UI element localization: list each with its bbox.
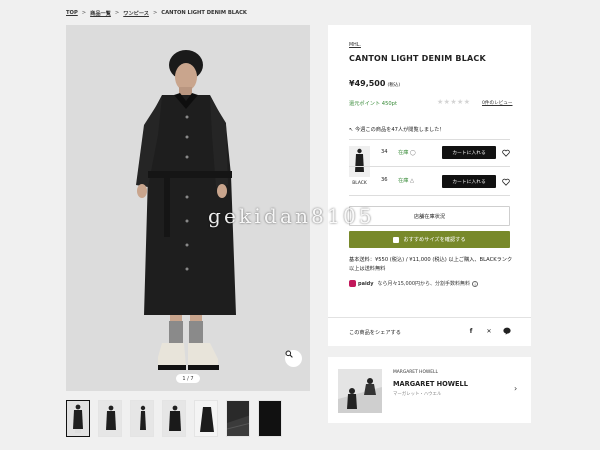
thumbnail-2[interactable]: [98, 400, 122, 437]
watermark-text: gekidan8105: [208, 204, 375, 228]
shipping-line: 基本送料：¥550 (税込) / ¥11,000 (税込) 以上ご購入、BLAC…: [349, 257, 513, 263]
color-swatch[interactable]: [349, 146, 370, 177]
paidy-text: なら月々15,000円から、分割手数料無料: [377, 281, 471, 287]
size-guide-icon: [393, 236, 400, 243]
recommend-size-button[interactable]: おすすめサイズを確認する: [349, 231, 510, 248]
brand-name: MARGARET HOWELL: [393, 380, 468, 388]
divider: [349, 195, 510, 196]
breadcrumb-separator: >: [81, 10, 87, 16]
divider: [349, 139, 510, 140]
viewers-notice: ↖ 今週この商品を47人が閲覧しました！: [349, 126, 445, 133]
size-label: 34: [381, 149, 388, 155]
x-icon[interactable]: ✕: [485, 327, 493, 335]
stock-mark: △: [410, 178, 415, 184]
product-info-panel: MHL. CANTON LIGHT DENIM BLACK ¥49,500 (税込…: [328, 25, 531, 346]
brand-tag: MARGARET HOWELL: [393, 370, 438, 375]
heart-icon[interactable]: [502, 178, 510, 186]
product-price: ¥49,500 (税込): [349, 79, 400, 88]
stock-status: 在庫 ◯: [398, 149, 416, 156]
heart-icon[interactable]: [502, 149, 510, 157]
paidy-brand: paidy: [358, 280, 374, 287]
thumbnail-3[interactable]: [130, 400, 154, 437]
shipping-line: 以上は送料無料: [349, 265, 386, 272]
thumbnail-6[interactable]: [226, 400, 250, 437]
share-icons: f ✕: [467, 327, 521, 335]
viewers-text: 今週この商品を47人が閲覧しました！: [355, 127, 445, 133]
brand-image: [338, 369, 382, 413]
zoom-button[interactable]: [285, 350, 302, 367]
breadcrumb-separator: >: [152, 10, 158, 16]
divider: [328, 317, 531, 318]
thumbnail-1[interactable]: [66, 400, 90, 437]
breadcrumb: TOP > 商品一覧 > ワンピース > CANTON LIGHT DENIM …: [66, 8, 247, 18]
facebook-icon[interactable]: f: [467, 327, 475, 335]
product-title: CANTON LIGHT DENIM BLACK: [349, 54, 486, 63]
rating-stars-icon: ★★★★★: [437, 98, 471, 106]
breadcrumb-top-link[interactable]: TOP: [66, 10, 78, 16]
add-to-cart-button[interactable]: カートに入れる: [442, 146, 496, 159]
image-counter: 1 / 7: [176, 374, 200, 383]
breadcrumb-category-link[interactable]: ワンピース: [123, 10, 149, 17]
chevron-right-icon[interactable]: ›: [514, 384, 517, 393]
paidy-logo-icon: [349, 280, 356, 287]
breadcrumb-separator: >: [114, 10, 120, 16]
share-label: この商品をシェアする: [349, 330, 401, 336]
brand-link[interactable]: MHL.: [349, 43, 361, 48]
stock-mark: ◯: [410, 150, 416, 156]
shipping-info: 基本送料：¥550 (税込) / ¥11,000 (税込) 以上ご購入、BLAC…: [349, 256, 514, 273]
brand-kana: マーガレット・ハウエル: [393, 392, 442, 397]
thumbnail-strip: [66, 400, 290, 437]
review-link[interactable]: 0件のレビュー: [482, 100, 513, 106]
size-label: 36: [381, 177, 388, 183]
line-icon[interactable]: [503, 327, 511, 335]
magnifier-icon: [285, 350, 293, 358]
brand-card[interactable]: MARGARET HOWELL MARGARET HOWELL マーガレット・ハ…: [328, 357, 531, 423]
thumbnail-4[interactable]: [162, 400, 186, 437]
stock-status: 在庫 △: [398, 177, 414, 184]
color-label: BLACK: [352, 181, 367, 186]
paidy-info: paidy なら月々15,000円から、分割手数料無料 i: [349, 280, 479, 287]
add-to-cart-button[interactable]: カートに入れる: [442, 175, 496, 188]
breadcrumb-current: CANTON LIGHT DENIM BLACK: [161, 10, 247, 16]
recommend-size-label: おすすめサイズを確認する: [403, 237, 466, 243]
stock-text: 在庫: [398, 178, 409, 184]
stock-text: 在庫: [398, 150, 409, 156]
info-icon[interactable]: i: [472, 280, 479, 287]
thumbnail-5[interactable]: [194, 400, 218, 437]
price-value: ¥49,500: [349, 79, 386, 88]
tax-note: (税込): [387, 83, 401, 88]
thumbnail-7[interactable]: [258, 400, 282, 437]
divider: [349, 166, 510, 167]
breadcrumb-products-link[interactable]: 商品一覧: [90, 10, 111, 17]
reward-points: 還元ポイント 450pt: [349, 101, 398, 107]
